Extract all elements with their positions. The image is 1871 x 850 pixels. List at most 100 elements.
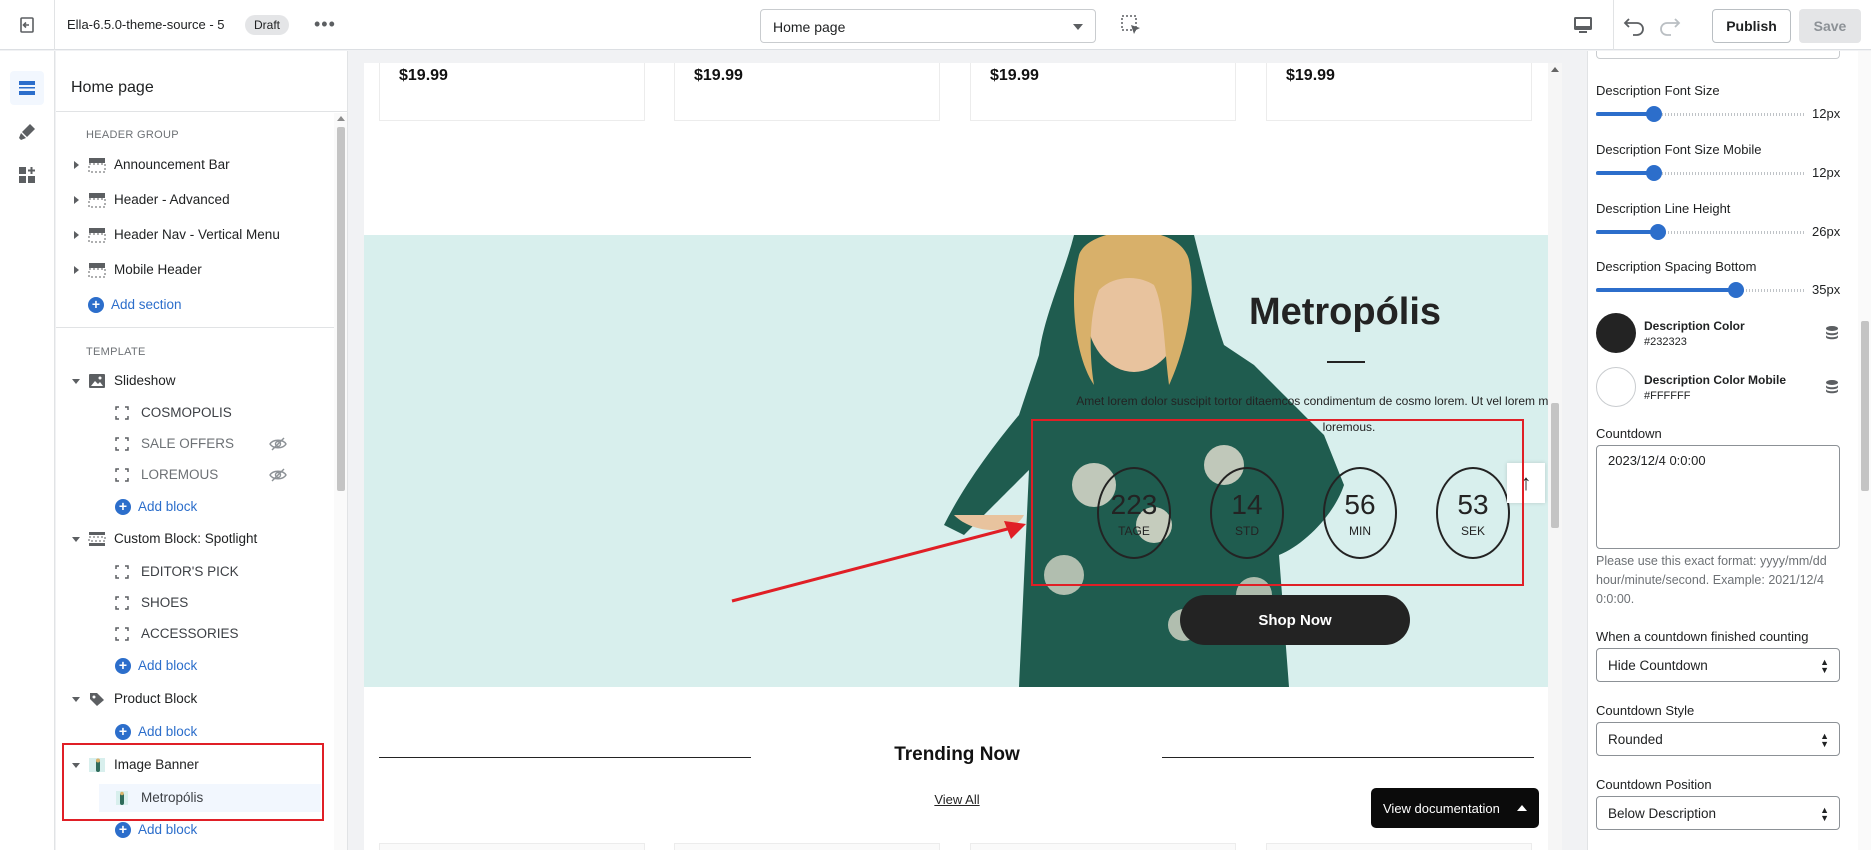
slider-handle[interactable] — [1645, 165, 1662, 181]
countdown-unit: STD — [1235, 524, 1259, 538]
block-metropolis[interactable]: Metropólis — [99, 784, 321, 812]
product-card[interactable]: $19.99 — [379, 63, 645, 121]
countdown-seconds: 53 SEK — [1436, 467, 1510, 559]
product-card[interactable] — [674, 843, 940, 850]
add-block-label: Add block — [138, 724, 198, 739]
scroll-up-arrow[interactable] — [337, 116, 345, 121]
block-sale-offers[interactable]: SALE OFFERS — [56, 430, 334, 458]
image-icon — [89, 374, 105, 388]
add-block-label: Add block — [138, 658, 198, 673]
inspector-icon[interactable] — [1120, 14, 1142, 36]
block-label: Metropólis — [141, 790, 204, 805]
section-slideshow[interactable]: Slideshow — [56, 367, 334, 395]
desktop-view-icon[interactable] — [1571, 13, 1595, 37]
block-shoes[interactable]: SHOES — [56, 589, 334, 617]
slider-handle[interactable] — [1649, 224, 1666, 240]
section-product-block[interactable]: Product Block — [56, 685, 334, 713]
chevron-down-icon — [1073, 24, 1083, 30]
color-label: Description Color Mobile — [1644, 373, 1787, 387]
block-loremous[interactable]: LOREMOUS — [56, 461, 334, 489]
slider[interactable] — [1596, 106, 1804, 122]
image-banner[interactable]: Metropólis Amet lorem dolor suscipit tor… — [364, 235, 1548, 687]
page-selector[interactable]: Home page — [760, 9, 1096, 43]
settings-scrollbar[interactable] — [1858, 51, 1871, 850]
scroll-thumb[interactable] — [337, 127, 345, 491]
expand-icon — [74, 231, 79, 239]
slider-fill — [1596, 288, 1737, 292]
sidebar-scrollbar[interactable] — [334, 113, 347, 850]
back-to-top-button[interactable]: ↑ — [1507, 463, 1545, 503]
countdown-label: Countdown — [1596, 426, 1662, 441]
block-accessories[interactable]: ACCESSORIES — [56, 620, 334, 648]
product-card[interactable]: $19.99 — [1266, 63, 1532, 121]
collapse-icon — [72, 537, 80, 542]
section-header-advanced[interactable]: Header - Advanced — [56, 186, 334, 214]
section-mobile-header[interactable]: Mobile Header — [56, 256, 334, 284]
plus-icon: + — [115, 724, 131, 740]
paintbrush-icon — [19, 124, 35, 140]
countdown-finished-select[interactable]: Hide Countdown ▲ ▼ — [1596, 648, 1840, 682]
template-label: TEMPLATE — [86, 346, 146, 358]
slider[interactable] — [1596, 165, 1804, 181]
product-card[interactable]: $19.99 — [674, 63, 940, 121]
hidden-eye-icon[interactable] — [269, 467, 287, 483]
style-label: Countdown Style — [1596, 703, 1695, 718]
color-swatch[interactable] — [1596, 367, 1636, 407]
undo-icon[interactable] — [1622, 13, 1648, 37]
section-image-banner[interactable]: Image Banner — [56, 751, 334, 779]
slider-value: 26px — [1812, 224, 1841, 239]
divider — [56, 111, 347, 112]
hidden-eye-icon[interactable] — [269, 436, 287, 452]
section-label: Image Banner — [114, 757, 199, 772]
apps-tab[interactable] — [10, 158, 44, 192]
block-icon — [115, 627, 129, 641]
preview-area: $19.99 $19.99 $19.99 $19.99 Metropólis A… — [349, 51, 1586, 850]
countdown-position-select[interactable]: Below Description ▲ ▼ — [1596, 796, 1840, 830]
block-icon — [115, 437, 129, 451]
slider[interactable] — [1596, 282, 1804, 298]
product-card[interactable] — [379, 843, 645, 850]
view-documentation-label: View documentation — [1383, 800, 1500, 816]
color-swatch[interactable] — [1596, 313, 1636, 353]
more-actions-button[interactable]: ••• — [314, 14, 336, 35]
save-button[interactable]: Save — [1799, 9, 1861, 43]
database-icon[interactable] — [1824, 325, 1840, 341]
section-label: Header Nav - Vertical Menu — [114, 227, 280, 242]
section-sidebar: Home page HEADER GROUP Announcement Bar … — [56, 51, 348, 850]
preview-scrollbar[interactable] — [1548, 63, 1562, 850]
exit-icon — [20, 17, 34, 33]
countdown-input[interactable]: 2023/12/4 0:0:00 — [1596, 445, 1840, 549]
slider[interactable] — [1596, 224, 1804, 240]
sections-tab[interactable] — [10, 71, 44, 105]
divider — [1162, 757, 1534, 758]
collapse-icon — [72, 763, 80, 768]
settings-panel: Description Font Size 12px Description F… — [1587, 51, 1871, 850]
exit-button[interactable] — [0, 0, 55, 50]
block-cosmopolis[interactable]: COSMOPOLIS — [56, 399, 334, 427]
status-badge: Draft — [245, 15, 290, 35]
section-custom-block-spotlight[interactable]: Custom Block: Spotlight — [56, 525, 334, 553]
slider-value: 35px — [1812, 282, 1841, 297]
slider-handle[interactable] — [1645, 106, 1662, 122]
view-documentation-button[interactable]: View documentation — [1371, 788, 1539, 828]
redo-icon[interactable] — [1656, 13, 1682, 37]
view-all-link[interactable]: View All — [904, 792, 1010, 807]
section-announcement-bar[interactable]: Announcement Bar — [56, 151, 334, 179]
publish-button[interactable]: Publish — [1712, 9, 1791, 43]
countdown-style-select[interactable]: Rounded ▲ ▼ — [1596, 722, 1840, 756]
countdown-unit: MIN — [1349, 524, 1371, 538]
section-header-nav[interactable]: Header Nav - Vertical Menu — [56, 221, 334, 249]
scroll-thumb[interactable] — [1551, 403, 1559, 528]
product-card[interactable]: $19.99 — [970, 63, 1236, 121]
shop-now-button[interactable]: Shop Now — [1180, 595, 1410, 645]
scroll-up-arrow[interactable] — [1551, 67, 1559, 72]
product-card[interactable] — [970, 843, 1236, 850]
scroll-thumb[interactable] — [1861, 321, 1869, 491]
database-icon[interactable] — [1824, 379, 1840, 395]
block-label: ACCESSORIES — [141, 626, 239, 641]
text-field[interactable] — [1596, 51, 1840, 59]
product-card[interactable] — [1266, 843, 1532, 850]
slider-handle[interactable] — [1728, 282, 1745, 298]
theme-settings-tab[interactable] — [10, 115, 44, 149]
block-editors-pick[interactable]: EDITOR'S PICK — [56, 558, 334, 586]
